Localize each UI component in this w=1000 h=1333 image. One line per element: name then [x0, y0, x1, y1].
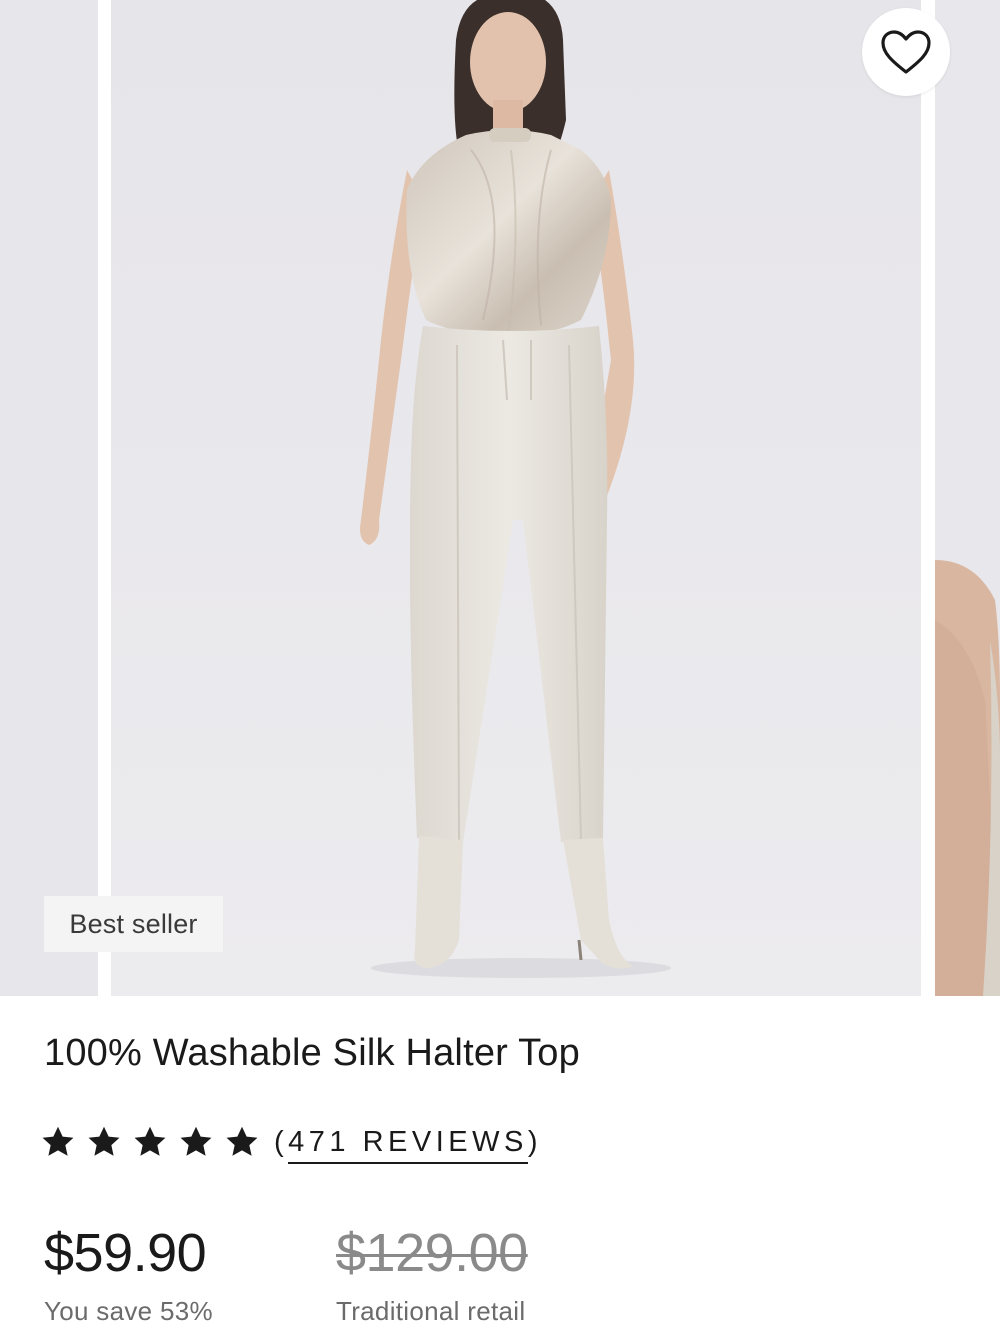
- heart-outline-icon: [881, 30, 931, 74]
- product-title: 100% Washable Silk Halter Top: [44, 1032, 580, 1074]
- product-image-carousel[interactable]: Best seller: [0, 0, 1000, 996]
- reviews-count[interactable]: 471 REVIEWS: [288, 1125, 528, 1164]
- product-image[interactable]: [111, 0, 921, 996]
- star-icon: [88, 1126, 120, 1156]
- model-photo: [111, 0, 921, 996]
- star-icon: [42, 1126, 74, 1156]
- original-price-label: Traditional retail: [336, 1296, 526, 1326]
- current-price: $59.90: [44, 1223, 207, 1283]
- reviews-open-paren: (: [274, 1125, 289, 1158]
- next-image-slide[interactable]: [935, 0, 1000, 996]
- star-rating: [40, 1124, 260, 1160]
- rating-summary[interactable]: (471 REVIEWS): [40, 1118, 542, 1166]
- reviews-close-paren: ): [527, 1125, 543, 1158]
- star-icon: [180, 1126, 212, 1156]
- original-price: $129.00: [336, 1223, 528, 1283]
- savings-text: You save 53%: [44, 1296, 213, 1326]
- best-seller-badge: Best seller: [44, 896, 223, 952]
- star-icon: [226, 1126, 258, 1156]
- reviews-link[interactable]: (471 REVIEWS): [274, 1125, 543, 1164]
- star-icon: [134, 1126, 166, 1156]
- next-image-preview: [935, 0, 1000, 996]
- favorite-button[interactable]: [862, 8, 950, 96]
- previous-image-slide[interactable]: [0, 0, 98, 996]
